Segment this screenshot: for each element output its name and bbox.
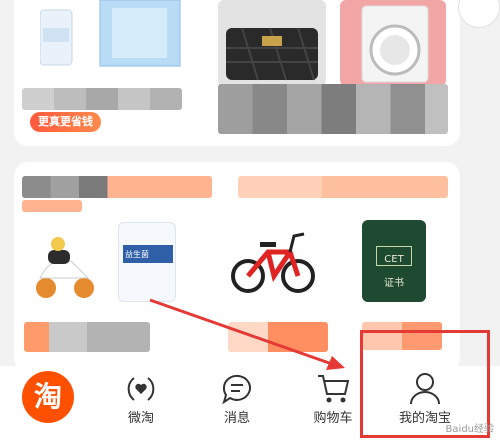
- tab-label-messages: 消息: [223, 411, 250, 426]
- mosaic-subheader: [22, 200, 82, 212]
- tab-label-weitao: 微淘: [127, 411, 154, 426]
- cart-icon: [314, 370, 352, 406]
- product-handbag-image[interactable]: [218, 0, 326, 86]
- back-to-top-button[interactable]: [458, 0, 500, 28]
- chat-bubble-icon: [218, 370, 256, 406]
- product-supplement-image[interactable]: 益生菌: [118, 222, 176, 302]
- product-diaper-image[interactable]: [39, 0, 190, 80]
- product-toy-motorcycle-image[interactable]: [28, 232, 100, 304]
- tab-messages[interactable]: 消息: [192, 366, 282, 447]
- supplement-brand-label: 益生菌: [125, 250, 149, 259]
- promo-badge[interactable]: 更真更省钱: [30, 112, 101, 132]
- taobao-logo-icon[interactable]: 淘: [22, 371, 74, 423]
- mosaic-header-left: [22, 176, 212, 198]
- certificate-label: 证书: [384, 278, 404, 289]
- tab-weitao[interactable]: 微淘: [96, 366, 186, 447]
- product-kids-bicycle-image[interactable]: [228, 224, 318, 296]
- product-washer-image[interactable]: [340, 0, 446, 86]
- mosaic-header-right: [238, 176, 448, 198]
- watermark: Baidu经验: [445, 424, 494, 435]
- cet-label: CET: [384, 254, 404, 265]
- cet-badge: CET: [376, 246, 412, 266]
- mosaic-title-left: [22, 88, 182, 110]
- mosaic-title-right: [218, 84, 448, 134]
- product-cet-certificate-image[interactable]: CET 证书: [362, 220, 426, 302]
- mosaic-price-mid: [228, 322, 328, 352]
- mosaic-price-left: [24, 322, 150, 352]
- broadcast-heart-icon: [122, 370, 160, 406]
